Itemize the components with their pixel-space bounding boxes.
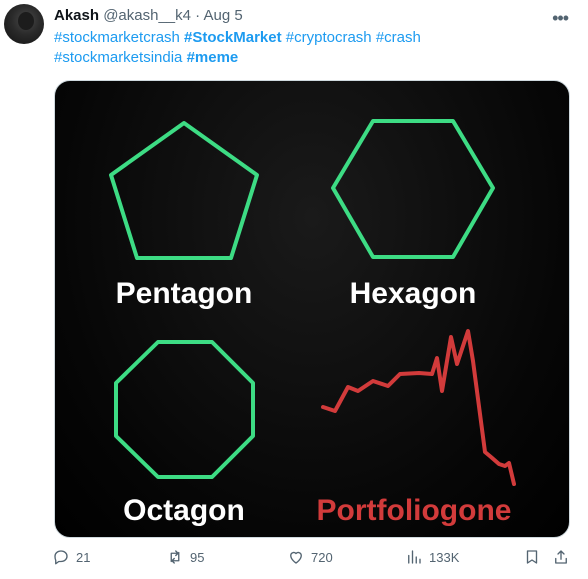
tweet-image[interactable]: Pentagon Hexagon Octagon Portfoliogone: [54, 80, 570, 538]
like-count: 720: [311, 549, 333, 565]
meme-graphic: Pentagon Hexagon Octagon Portfoliogone: [109, 119, 516, 527]
reply-button[interactable]: 21: [52, 548, 90, 566]
views-button[interactable]: 133K: [405, 548, 459, 566]
hashtag-cryptocrash[interactable]: #cryptocrash: [286, 29, 372, 46]
author-handle[interactable]: @akash__k4: [103, 7, 191, 24]
views-count: 133K: [429, 549, 460, 565]
tweet-date[interactable]: Aug 5: [204, 7, 243, 24]
hexagon-shape: [331, 119, 495, 259]
hashtag-stockmarketsindia[interactable]: #stockmarketsindia: [54, 49, 182, 66]
share-button[interactable]: [552, 548, 570, 566]
action-bar: 21 95 720 133K: [52, 548, 572, 572]
retweet-icon: [170, 550, 180, 564]
like-button[interactable]: 720: [287, 548, 333, 566]
like-icon: [290, 551, 302, 564]
reply-icon: [54, 550, 68, 565]
separator-dot: ·: [195, 7, 201, 24]
pentagon-shape: [109, 121, 259, 260]
bookmark-button[interactable]: [523, 548, 541, 566]
octagon-shape: [114, 340, 255, 479]
hashtag-meme[interactable]: #meme: [187, 49, 239, 66]
tweet-text: #stockmarketcrash #StockMarket #cryptocr…: [54, 28, 564, 68]
tweet-header: Akash @akash__k4 · Aug 5: [54, 6, 243, 26]
label-hexagon: Hexagon: [350, 277, 477, 310]
label-octagon: Octagon: [123, 494, 245, 527]
author-name[interactable]: Akash: [54, 7, 99, 24]
retweet-count: 95: [190, 549, 205, 565]
reply-count: 21: [76, 549, 91, 565]
label-portfoliogone: Portfoliogone: [317, 494, 512, 527]
share-icon: [555, 550, 567, 564]
avatar[interactable]: [4, 4, 44, 44]
hashtag-crash[interactable]: #crash: [376, 29, 421, 46]
more-icon[interactable]: •••: [552, 8, 569, 29]
retweet-button[interactable]: 95: [166, 548, 204, 566]
hashtag-stockmarket[interactable]: #StockMarket: [184, 29, 282, 46]
bookmark-icon: [526, 550, 538, 564]
views-icon: [408, 550, 421, 564]
label-pentagon: Pentagon: [116, 277, 253, 310]
portfolio-crash-line: [321, 329, 516, 486]
hashtag-stockmarketcrash[interactable]: #stockmarketcrash: [54, 29, 180, 46]
